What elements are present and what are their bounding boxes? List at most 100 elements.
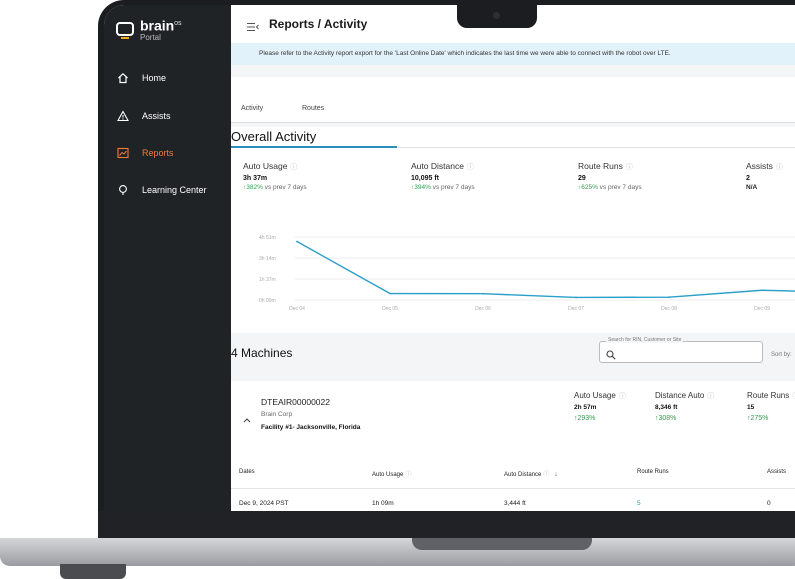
overall-activity-title: Overall Activity bbox=[231, 129, 317, 144]
sidebar-item-label: Assists bbox=[142, 111, 171, 121]
metric-delta: 394% bbox=[414, 184, 431, 191]
metric-label: Auto Usage bbox=[243, 161, 288, 171]
x-tick-label: Dec 05 bbox=[382, 306, 398, 312]
y-tick-label: 4h 51m bbox=[259, 235, 276, 241]
y-tick-label: 0h 00m bbox=[259, 298, 276, 304]
page-title: Reports / Activity bbox=[269, 17, 368, 31]
sidebar-item-label: Home bbox=[142, 73, 167, 83]
overall-activity-panel: Overall Activity Auto Usage ⓘ 3h 37m ↑382… bbox=[231, 127, 795, 333]
laptop-hinge-lip bbox=[412, 538, 592, 550]
sidebar-item-label: Learning Center bbox=[142, 185, 207, 195]
metric-delta: 382% bbox=[246, 184, 263, 191]
sort-down-arrow-icon[interactable]: ↓ bbox=[554, 472, 557, 478]
chevron-up-icon[interactable] bbox=[242, 411, 252, 423]
column-header-dates[interactable]: Dates bbox=[239, 469, 255, 475]
info-banner: Please refer to the Activity report expo… bbox=[231, 43, 795, 65]
metric-delta: N/A bbox=[746, 184, 758, 191]
laptop-chin bbox=[98, 511, 795, 540]
laptop-screen: brainOS Portal Home Assists Reports Lear… bbox=[104, 5, 795, 511]
machine-id: DTEAIR00000022 bbox=[261, 397, 330, 407]
info-icon[interactable]: ⓘ bbox=[405, 472, 411, 478]
sidebar-item-home[interactable]: Home bbox=[116, 69, 166, 87]
stat-value: 15 bbox=[747, 404, 755, 411]
metric-label: Route Runs bbox=[578, 161, 623, 171]
sidebar-item-label: Reports bbox=[142, 148, 174, 158]
data-point[interactable] bbox=[761, 289, 763, 292]
x-tick-label: Dec 04 bbox=[289, 306, 305, 312]
cell-auto-distance: 3,444 ft bbox=[504, 500, 526, 507]
tab-routes[interactable]: Routes bbox=[302, 105, 324, 112]
column-header-assists[interactable]: Assists bbox=[767, 469, 786, 475]
stat-label: Auto Usage bbox=[574, 391, 616, 400]
machine-daily-table: Dates Auto Usage ⓘ Auto Distance ⓘ ↓ Route … bbox=[231, 457, 795, 511]
cell-auto-usage: 1h 09m bbox=[372, 500, 394, 507]
x-tick-label: Dec 06 bbox=[475, 306, 491, 312]
machine-stat-auto-usage: Auto Usage ⓘ 2h 57m ↑293% bbox=[574, 391, 626, 422]
metric-delta: 625% bbox=[581, 184, 598, 191]
tab-bar: Activity Routes bbox=[231, 77, 795, 123]
y-tick-label: 1h 37m bbox=[259, 277, 276, 283]
table-header-row: Dates Auto Usage ⓘ Auto Distance ⓘ ↓ Route … bbox=[231, 457, 795, 489]
data-point[interactable] bbox=[575, 296, 577, 299]
sidebar-item-assists[interactable]: Assists bbox=[116, 107, 171, 125]
data-point[interactable] bbox=[668, 296, 670, 299]
column-header-label: Auto Usage bbox=[372, 472, 404, 478]
info-icon[interactable]: ⓘ bbox=[467, 164, 474, 171]
stat-label: Distance Auto bbox=[655, 391, 705, 400]
metric-value: 10,095 ft bbox=[411, 175, 440, 182]
section-underline bbox=[231, 146, 397, 148]
sort-by-dropdown[interactable]: Sort by: bbox=[771, 352, 792, 358]
brain-logo[interactable]: brainOS Portal bbox=[116, 17, 181, 43]
metric-auto-usage: Auto Usage ⓘ 3h 37m ↑382% vs prev 7 days bbox=[243, 161, 307, 191]
machine-stat-distance-auto: Distance Auto ⓘ 8,346 ft ↑308% bbox=[655, 391, 714, 422]
sidebar-item-learning-center[interactable]: Learning Center bbox=[116, 181, 207, 199]
metric-assists: Assists ⓘ 2 N/A bbox=[746, 161, 783, 191]
stat-delta: 293% bbox=[577, 415, 596, 422]
metric-label: Assists bbox=[746, 161, 773, 171]
cell-route-runs-link[interactable]: 5 bbox=[637, 500, 641, 507]
info-icon[interactable]: ⓘ bbox=[290, 164, 297, 171]
data-point[interactable] bbox=[482, 292, 484, 295]
machine-stat-route-runs: Route Runsⓘ 15 ↑275% bbox=[747, 391, 795, 422]
logo-text: brain bbox=[140, 17, 175, 34]
cell-date: Dec 9, 2024 PST bbox=[239, 500, 289, 507]
x-tick-label: Dec 07 bbox=[568, 306, 584, 312]
metric-delta-suffix: vs prev 7 days bbox=[430, 184, 475, 191]
stat-value: 2h 57m bbox=[574, 404, 597, 411]
brain-logo-icon bbox=[116, 22, 134, 39]
machine-site: Facility #1- Jacksonville, Florida bbox=[261, 424, 361, 431]
tabs-divider bbox=[231, 122, 795, 123]
tab-activity[interactable]: Activity bbox=[241, 105, 263, 112]
menu-collapse-icon[interactable] bbox=[247, 19, 259, 31]
machines-title: 4 Machines bbox=[231, 346, 293, 360]
info-icon[interactable]: ⓘ bbox=[707, 393, 714, 400]
column-header-auto-usage[interactable]: Auto Usage ⓘ bbox=[372, 469, 411, 478]
y-tick-label: 3h 14m bbox=[259, 256, 276, 262]
info-icon[interactable]: ⓘ bbox=[776, 164, 783, 171]
search-label: Search for RIN, Customer or Site bbox=[606, 337, 684, 343]
data-point[interactable] bbox=[296, 240, 298, 243]
metric-delta-suffix: vs prev 7 days bbox=[597, 184, 642, 191]
machine-card[interactable]: DTEAIR00000022 Brain Corp Facility #1- J… bbox=[231, 381, 795, 457]
data-point[interactable] bbox=[389, 292, 391, 295]
metric-auto-distance: Auto Distance ⓘ 10,095 ft ↑394% vs prev 7… bbox=[411, 161, 475, 191]
column-header-route-runs[interactable]: Route Runs bbox=[637, 469, 669, 475]
search-icon bbox=[606, 347, 616, 360]
lightbulb-icon bbox=[116, 183, 130, 197]
camera-notch bbox=[457, 4, 537, 28]
sidebar-item-reports[interactable]: Reports bbox=[116, 144, 174, 162]
x-tick-label: Dec 08 bbox=[661, 306, 677, 312]
metric-route-runs: Route Runs ⓘ 29 ↑625% vs prev 7 days bbox=[578, 161, 642, 191]
info-icon[interactable]: ⓘ bbox=[543, 472, 549, 478]
column-header-auto-distance[interactable]: Auto Distance ⓘ ↓ bbox=[504, 469, 557, 478]
metric-label: Auto Distance bbox=[411, 161, 464, 171]
search-input[interactable]: Search for RIN, Customer or Site bbox=[599, 337, 763, 363]
chart-icon bbox=[116, 146, 130, 160]
stat-value: 8,346 ft bbox=[655, 404, 678, 411]
metric-delta-suffix: vs prev 7 days bbox=[262, 184, 307, 191]
column-header-label: Auto Distance bbox=[504, 472, 542, 478]
info-icon[interactable]: ⓘ bbox=[626, 164, 633, 171]
metric-value: 3h 37m bbox=[243, 175, 268, 182]
main-content: Reports / Activity Please refer to the A… bbox=[231, 5, 795, 511]
info-icon[interactable]: ⓘ bbox=[619, 393, 626, 400]
